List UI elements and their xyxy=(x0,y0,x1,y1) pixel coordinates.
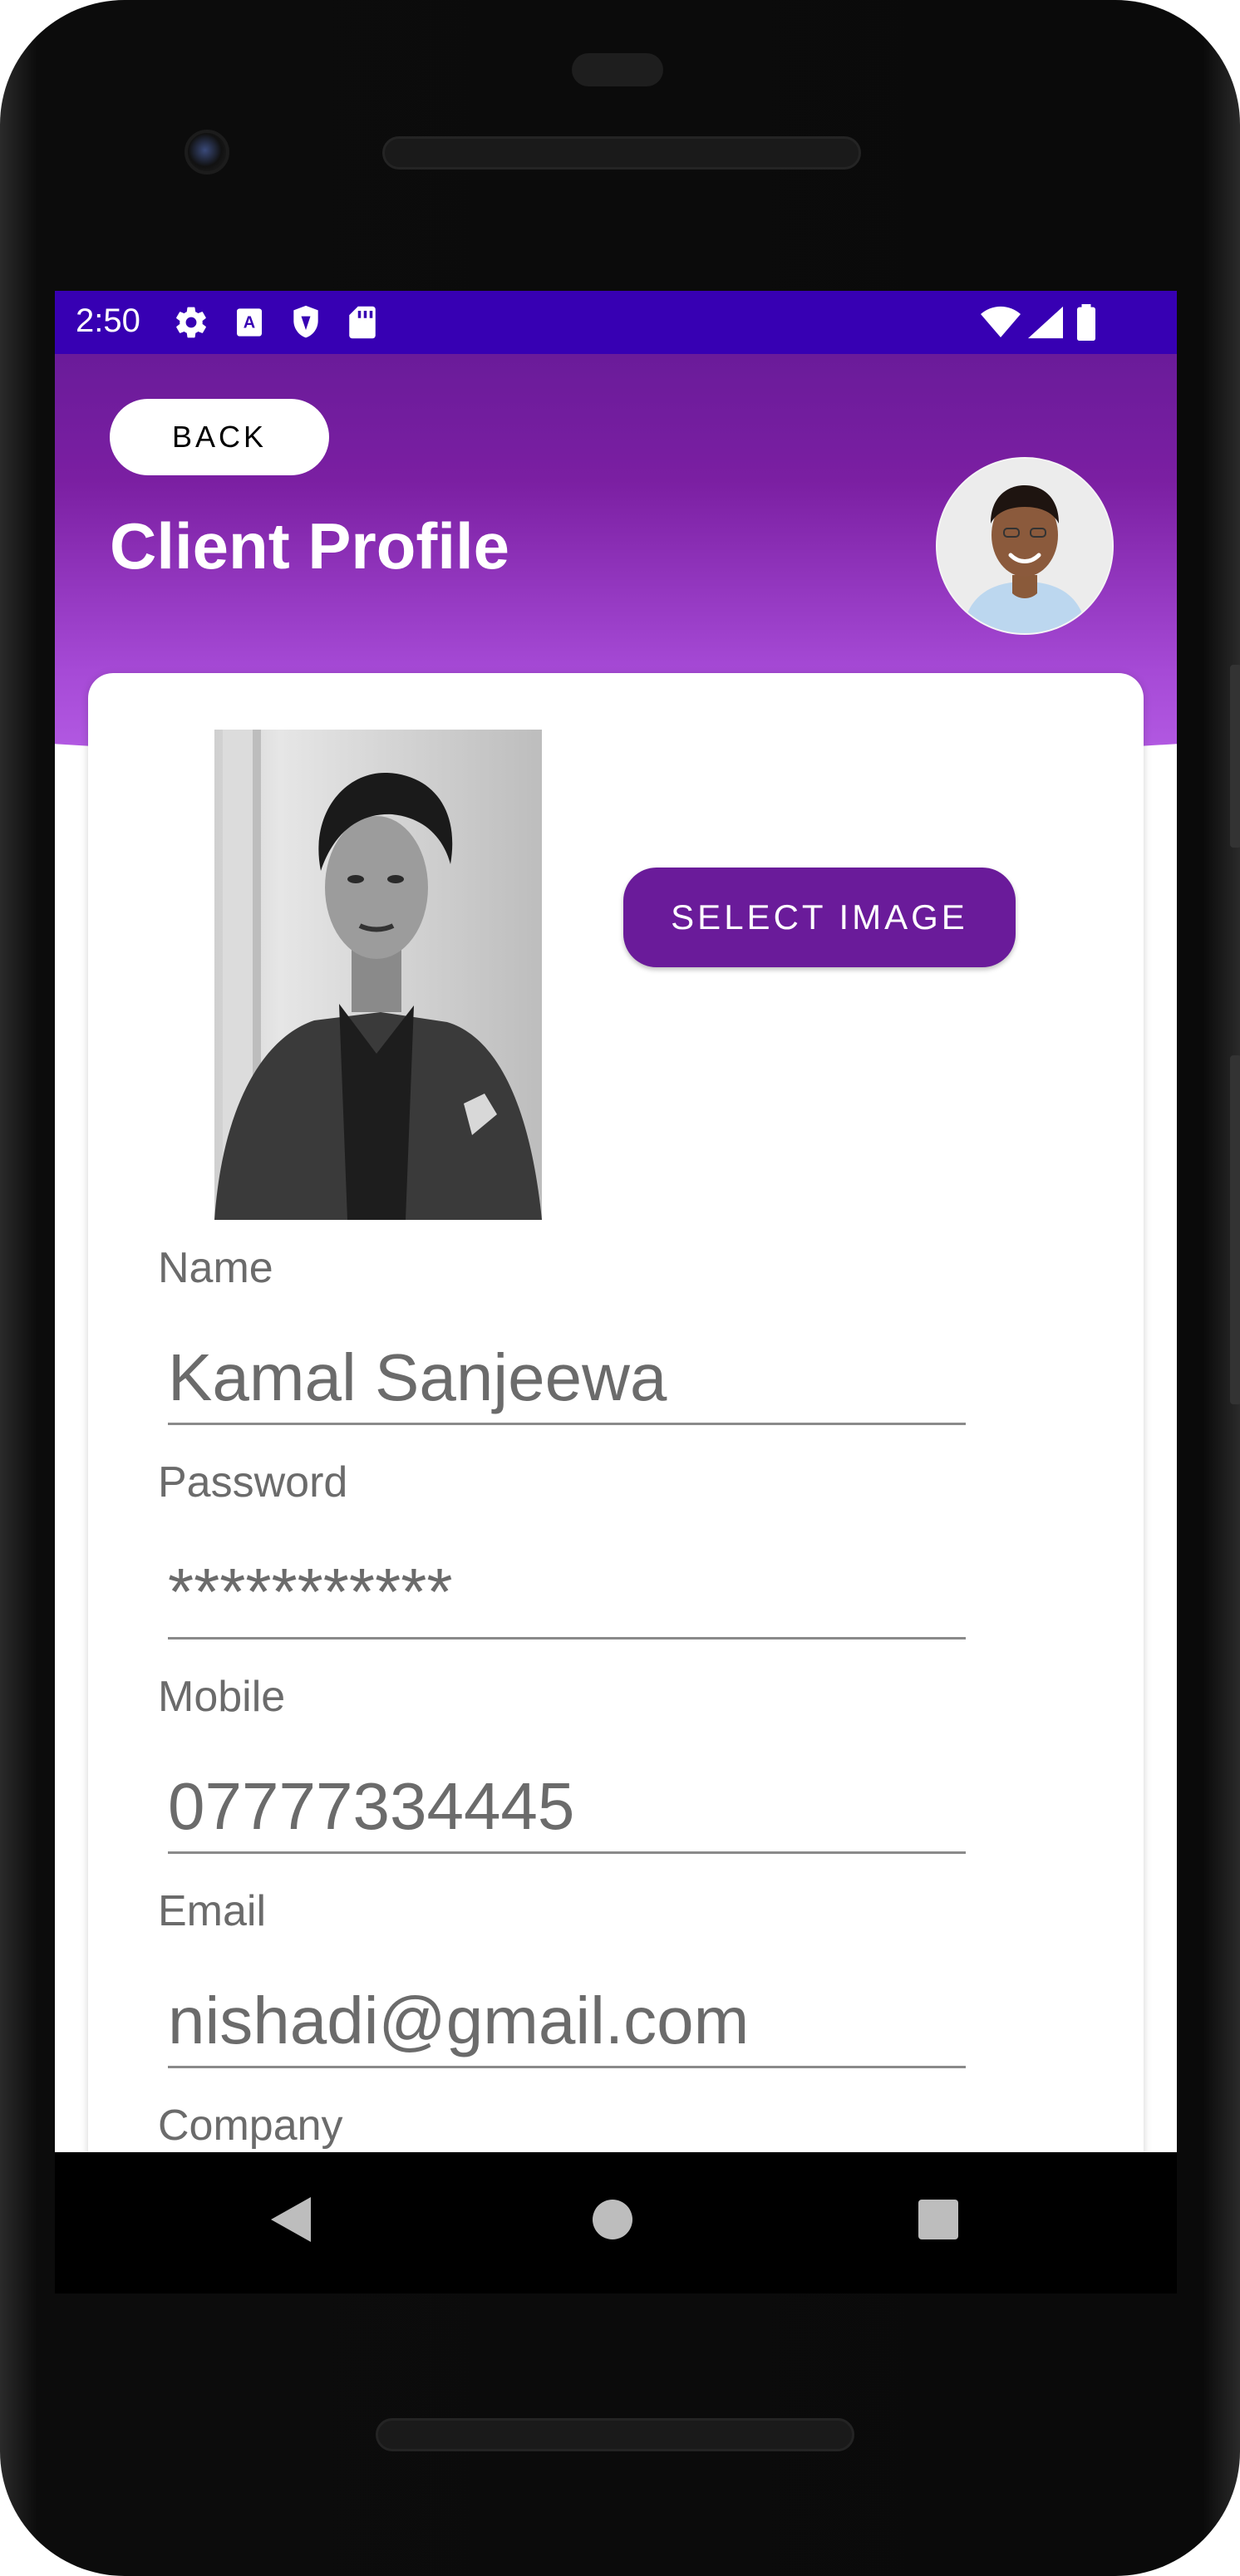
email-field[interactable] xyxy=(168,1983,966,2068)
password-field[interactable] xyxy=(168,1554,966,1639)
status-bar: 2:50 A xyxy=(55,291,1177,354)
mobile-field[interactable] xyxy=(168,1768,966,1854)
mobile-label: Mobile xyxy=(158,1673,286,1721)
front-camera xyxy=(185,130,229,175)
top-speaker xyxy=(382,136,861,170)
recents-square-icon[interactable] xyxy=(918,2199,959,2244)
volume-button xyxy=(1230,1055,1240,1404)
navigation-bar xyxy=(55,2152,1177,2293)
back-triangle-icon[interactable] xyxy=(268,2194,314,2249)
wifi-icon xyxy=(979,302,1022,342)
battery-icon xyxy=(1074,302,1099,342)
status-time: 2:50 xyxy=(76,302,140,339)
bottom-speaker xyxy=(376,2418,854,2451)
a-icon: A xyxy=(233,302,266,342)
sd-card-icon xyxy=(346,302,379,342)
earpiece xyxy=(572,53,663,86)
profile-photo xyxy=(214,730,542,1220)
signal-icon xyxy=(1027,302,1064,342)
select-image-button[interactable]: SELECT IMAGE xyxy=(623,868,1016,967)
page-title: Client Profile xyxy=(110,509,510,583)
name-label: Name xyxy=(158,1244,273,1292)
svg-text:A: A xyxy=(244,314,255,332)
password-label: Password xyxy=(158,1458,348,1507)
back-button[interactable]: BACK xyxy=(110,399,329,475)
user-avatar[interactable] xyxy=(936,457,1114,635)
email-label: Email xyxy=(158,1887,267,1935)
gear-icon xyxy=(171,302,211,342)
phone-frame: 2:50 A BACK Client Profile SELECT IMAGE … xyxy=(0,0,1240,2576)
company-label: Company xyxy=(158,2102,343,2150)
name-field[interactable] xyxy=(168,1340,966,1425)
home-circle-icon[interactable] xyxy=(592,2199,633,2244)
power-button xyxy=(1230,665,1240,848)
shield-icon xyxy=(288,302,324,342)
